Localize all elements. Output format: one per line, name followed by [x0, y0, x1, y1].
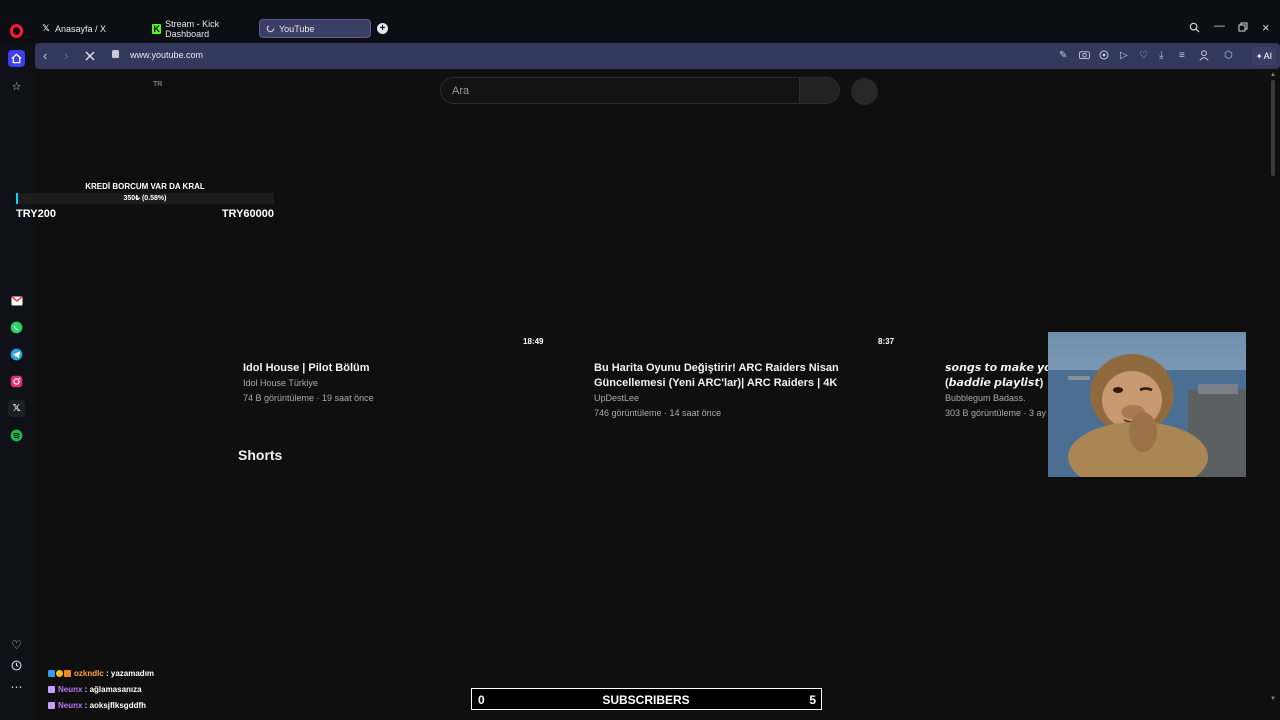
tab-label: Stream - Kick Dashboard: [165, 18, 220, 39]
chat-username: Neunx: [58, 684, 83, 694]
opera-logo-icon: [10, 24, 23, 38]
video-channel[interactable]: UpDestLee: [594, 391, 639, 406]
chat-text: yazamadım: [110, 668, 155, 678]
chat-separator: :: [82, 684, 90, 694]
kick-logo-icon: K: [152, 23, 162, 34]
url-field[interactable]: www.youtube.com: [130, 50, 203, 60]
video-channel[interactable]: Idol House Türkiye: [243, 376, 318, 391]
video-title[interactable]: Bu Harita Oyunu Değiştirir! ARC Raiders …: [594, 361, 894, 391]
loading-spinner-icon: [265, 24, 275, 34]
tab-kick-dashboard[interactable]: K Stream - Kick Dashboard: [147, 18, 257, 39]
video-duration: 18:49: [523, 337, 544, 346]
whatsapp-icon[interactable]: [8, 319, 25, 336]
stop-loading-icon[interactable]: [84, 50, 96, 65]
chat-message: Neunx : ağlamasanıza: [48, 681, 248, 697]
ai-label: AI: [1263, 51, 1273, 61]
sidebar: ☆ 𝕏 ♡ ⋯: [0, 43, 33, 720]
ai-button[interactable]: ✦ AI: [1252, 47, 1276, 65]
download-icon[interactable]: ⤓: [1159, 50, 1163, 61]
chat-separator: :: [103, 668, 111, 678]
scrollbar-thumb[interactable]: [1271, 80, 1275, 176]
shield-icon[interactable]: [1099, 50, 1109, 63]
tab-strip: 𝕏 Anasayfa / X K Stream - Kick Dashboard…: [0, 0, 1280, 43]
tab-x-home[interactable]: 𝕏 Anasayfa / X: [36, 19, 144, 38]
screen: { "browser": { "tabs": [ {"label": "Anas…: [0, 0, 1280, 720]
tab-label: Anasayfa / X: [55, 23, 107, 34]
x-social-icon[interactable]: 𝕏: [8, 400, 25, 417]
shorts-section-title: Shorts: [238, 447, 283, 463]
tab-label: YouTube: [279, 23, 315, 34]
search-input[interactable]: [441, 78, 799, 103]
profile-icon[interactable]: [1199, 50, 1209, 64]
menu-lines-icon[interactable]: ≡: [1179, 50, 1185, 61]
history-clock-icon[interactable]: [8, 657, 25, 674]
monkey-meme-image: [1048, 332, 1246, 477]
instagram-icon[interactable]: [8, 373, 25, 390]
chat-username: ozkndlc: [74, 668, 104, 678]
lock-icon[interactable]: [112, 50, 119, 58]
minimize-icon[interactable]: —: [1214, 20, 1225, 32]
tab-youtube[interactable]: YouTube: [259, 19, 371, 38]
subscriber-goal-count: 5: [809, 693, 816, 707]
back-arrow-icon[interactable]: ‹: [43, 48, 47, 63]
chat-badge-icon: [48, 669, 55, 677]
goal-progress-text: 350₺ (0.58%): [123, 195, 167, 202]
goal-min-label: TRY200: [16, 208, 56, 220]
chat-badge-icon: [48, 685, 55, 693]
goal-max-label: TRY60000: [221, 208, 274, 220]
search-box: [440, 77, 840, 104]
video-channel[interactable]: Bubblegum Badass.: [945, 391, 1026, 406]
subscriber-label: SUBSCRIBERS: [602, 693, 690, 707]
heart-icon[interactable]: ♡: [8, 636, 25, 653]
close-window-icon[interactable]: ×: [1262, 20, 1270, 35]
x-logo-icon: 𝕏: [42, 23, 50, 33]
video-meta: 746 görüntüleme · 14 saat önce: [594, 408, 722, 418]
video-meta: 74 B görüntüleme · 19 saat önce: [243, 393, 374, 403]
subscriber-goal-bar: 0 SUBSCRIBERS 5: [471, 688, 822, 710]
extensions-cube-icon[interactable]: ⬡: [1224, 50, 1233, 61]
camera-icon[interactable]: [1079, 50, 1090, 62]
chat-badge-icon: [48, 701, 55, 709]
bookmark-star-icon[interactable]: ☆: [8, 78, 25, 95]
country-code: TR: [153, 81, 163, 88]
telegram-icon[interactable]: [8, 346, 25, 363]
tab-search-icon[interactable]: [1189, 22, 1200, 36]
chat-separator: :: [82, 700, 90, 710]
chat-text: ağlamasanıza: [89, 684, 142, 694]
forward-arrow-icon[interactable]: ›: [64, 48, 68, 63]
new-tab-button[interactable]: +: [377, 23, 388, 34]
voice-search-button[interactable]: [851, 78, 878, 105]
ai-sparkle-icon: ✦: [1255, 51, 1263, 61]
spotify-icon[interactable]: [8, 427, 25, 444]
home-icon[interactable]: [8, 50, 25, 67]
opera-logo[interactable]: [0, 0, 33, 43]
video-title[interactable]: Idol House | Pilot Bölüm: [243, 361, 573, 376]
video-duration: 8:37: [878, 337, 895, 346]
goal-title: KREDİ BORCUM VAR DA KRAL: [85, 182, 205, 191]
play-icon[interactable]: ▷: [1120, 50, 1128, 61]
chat-badge-icon: [64, 669, 71, 677]
scroll-up-arrow-icon[interactable]: ▲: [1270, 72, 1276, 78]
more-dots-icon[interactable]: ⋯: [8, 678, 25, 695]
chat-username: Neunx: [58, 700, 83, 710]
chat-message: ozkndlc : yazamadım: [48, 665, 248, 681]
search-button[interactable]: [799, 78, 839, 103]
heart-outline-icon[interactable]: ♡: [1139, 50, 1148, 61]
gmail-icon[interactable]: [8, 292, 25, 309]
scroll-down-arrow-icon[interactable]: ▼: [1270, 696, 1276, 702]
chat-badge-icon: [56, 669, 63, 677]
edit-icon[interactable]: ✎: [1059, 50, 1067, 61]
restore-icon[interactable]: [1238, 22, 1248, 35]
address-bar: ‹ › www.youtube.com ✎ ▷ ♡ ⤓ ≡ ⬡ ✦ AI: [35, 43, 1280, 69]
chat-text: aoksjflksgddfh: [89, 700, 147, 710]
chat-message: Neunx : aoksjflksgddfh: [48, 697, 248, 713]
stream-chat: ozkndlc : yazamadım Neunx : ağlamasanıza…: [48, 665, 248, 713]
